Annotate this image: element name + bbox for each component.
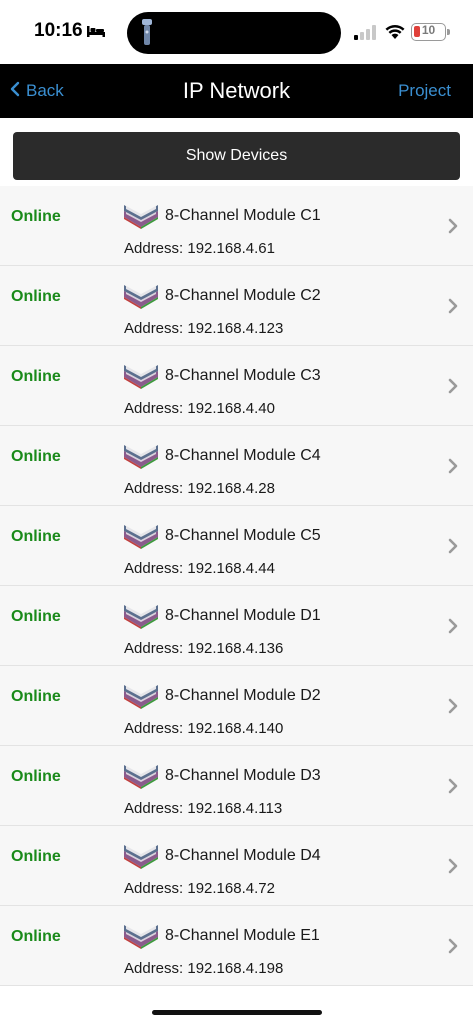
chevron-right-icon [448, 298, 458, 319]
device-address: Address: 192.168.4.140 [124, 720, 284, 737]
device-status: Online [11, 688, 61, 705]
device-status: Online [11, 368, 61, 385]
module-icon [123, 203, 159, 234]
device-row[interactable]: Online 8-Channel Module D3 Address: 192.… [0, 746, 473, 826]
device-name: 8-Channel Module C4 [165, 447, 321, 464]
battery-percent: 10 [421, 23, 436, 37]
chevron-right-icon [448, 538, 458, 559]
module-icon [123, 843, 159, 874]
home-indicator[interactable] [152, 1010, 322, 1015]
module-icon [123, 283, 159, 314]
device-name: 8-Channel Module D4 [165, 847, 321, 864]
flashlight-icon [140, 18, 154, 53]
device-address: Address: 192.168.4.136 [124, 640, 284, 657]
device-row[interactable]: Online 8-Channel Module D4 Address: 192.… [0, 826, 473, 906]
device-name: 8-Channel Module D1 [165, 607, 321, 624]
device-row[interactable]: Online 8-Channel Module D1 Address: 192.… [0, 586, 473, 666]
wifi-icon [384, 22, 406, 45]
device-address: Address: 192.168.4.113 [124, 800, 283, 817]
device-status: Online [11, 608, 61, 625]
device-name: 8-Channel Module C3 [165, 367, 321, 384]
device-status: Online [11, 528, 61, 545]
show-devices-section: Show Devices [0, 118, 473, 186]
module-icon [123, 683, 159, 714]
device-status: Online [11, 288, 61, 305]
device-address: Address: 192.168.4.61 [124, 240, 275, 257]
bed-icon [86, 24, 106, 43]
show-devices-button[interactable]: Show Devices [13, 132, 460, 180]
cellular-signal-icon [353, 24, 377, 45]
device-row[interactable]: Online 8-Channel Module C5 Address: 192.… [0, 506, 473, 586]
device-list: Online 8-Channel Module C1 Address: 192.… [0, 186, 473, 986]
chevron-right-icon [448, 378, 458, 399]
chevron-right-icon [448, 218, 458, 239]
module-icon [123, 363, 159, 394]
chevron-right-icon [448, 778, 458, 799]
device-row[interactable]: Online 8-Channel Module D2 Address: 192.… [0, 666, 473, 746]
module-icon [123, 443, 159, 474]
device-address: Address: 192.168.4.28 [124, 480, 275, 497]
chevron-left-icon [10, 81, 20, 102]
device-status: Online [11, 208, 61, 225]
device-status: Online [11, 768, 61, 785]
back-label: Back [26, 81, 64, 100]
status-bar: 10:16 10 [0, 0, 473, 64]
chevron-right-icon [448, 938, 458, 959]
device-row[interactable]: Online 8-Channel Module C1 Address: 192.… [0, 186, 473, 266]
device-name: 8-Channel Module C1 [165, 207, 321, 224]
device-name: 8-Channel Module C2 [165, 287, 321, 304]
device-address: Address: 192.168.4.198 [124, 960, 284, 977]
device-address: Address: 192.168.4.44 [124, 560, 275, 577]
device-address: Address: 192.168.4.40 [124, 400, 275, 417]
chevron-right-icon [448, 458, 458, 479]
device-name: 8-Channel Module C5 [165, 527, 321, 544]
module-icon [123, 923, 159, 954]
device-status: Online [11, 928, 61, 945]
module-icon [123, 603, 159, 634]
device-name: 8-Channel Module D2 [165, 687, 321, 704]
device-name: 8-Channel Module D3 [165, 767, 321, 784]
device-status: Online [11, 448, 61, 465]
status-time: 10:16 [34, 20, 83, 41]
battery-icon: 10 [411, 23, 446, 41]
nav-bar: Back IP Network Project [0, 64, 473, 118]
battery-nub [447, 29, 450, 35]
device-row[interactable]: Online 8-Channel Module E1 Address: 192.… [0, 906, 473, 986]
device-name: 8-Channel Module E1 [165, 927, 320, 944]
chevron-right-icon [448, 618, 458, 639]
chevron-right-icon [448, 698, 458, 719]
module-icon [123, 523, 159, 554]
device-row[interactable]: Online 8-Channel Module C3 Address: 192.… [0, 346, 473, 426]
device-row[interactable]: Online 8-Channel Module C4 Address: 192.… [0, 426, 473, 506]
device-address: Address: 192.168.4.123 [124, 320, 284, 337]
dynamic-island [127, 12, 341, 54]
project-button[interactable]: Project [398, 64, 451, 118]
device-address: Address: 192.168.4.72 [124, 880, 275, 897]
module-icon [123, 763, 159, 794]
device-row[interactable]: Online 8-Channel Module C2 Address: 192.… [0, 266, 473, 346]
device-status: Online [11, 848, 61, 865]
back-button[interactable]: Back [10, 64, 64, 118]
chevron-right-icon [448, 858, 458, 879]
